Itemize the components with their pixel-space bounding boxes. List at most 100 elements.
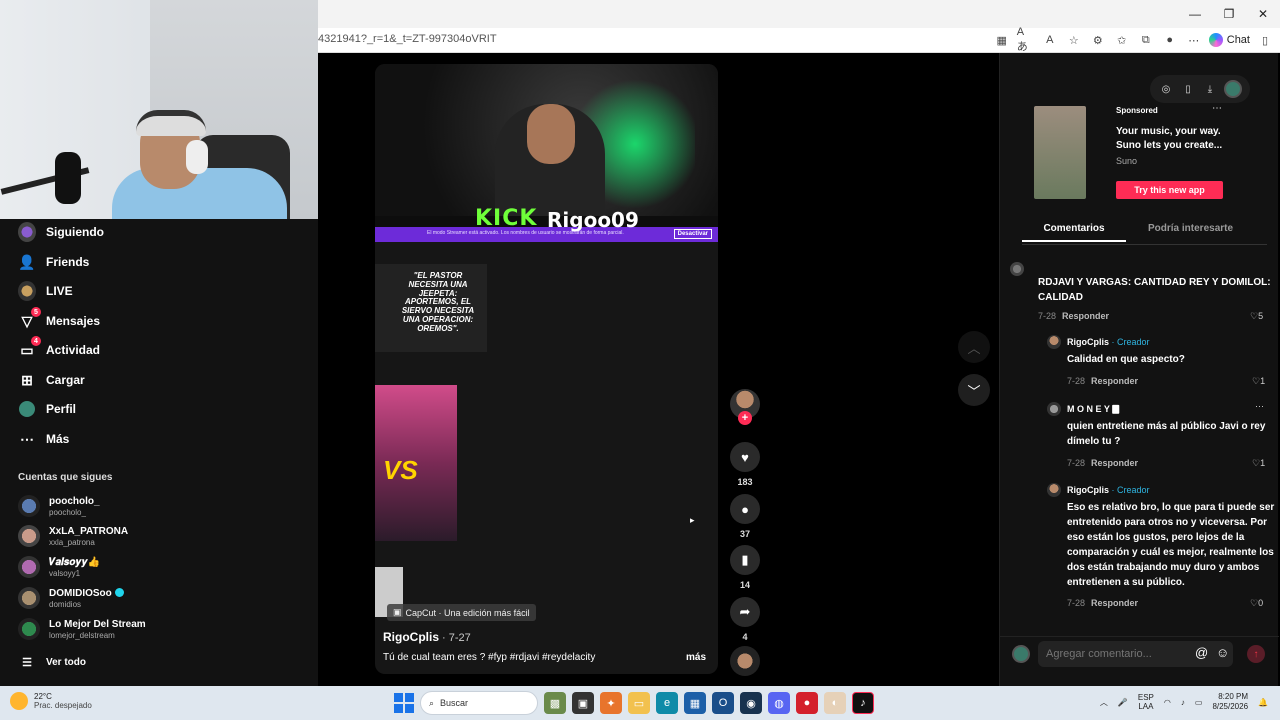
- close-icon[interactable]: ✕: [1246, 0, 1280, 28]
- tiktok-icon[interactable]: ♪: [852, 692, 874, 714]
- sidebar-item-more[interactable]: ⋯ Más: [18, 430, 69, 448]
- file-explorer-icon[interactable]: ▭: [628, 692, 650, 714]
- share-icon[interactable]: ➦: [730, 597, 760, 627]
- capcut-tag[interactable]: ▣ CapCut · Una edición más fácil: [387, 604, 536, 621]
- sidebar-item-live[interactable]: LIVE: [18, 281, 73, 301]
- restore-icon[interactable]: ❐: [1212, 0, 1246, 28]
- comment-like[interactable]: ♡5: [1250, 311, 1263, 322]
- volume-icon[interactable]: ♪: [1181, 698, 1185, 707]
- copilot-app-icon[interactable]: ✦: [600, 692, 622, 714]
- minimize-icon[interactable]: —: [1178, 0, 1212, 28]
- clock-date: 8/25/2026: [1212, 702, 1249, 712]
- tab-might-interest[interactable]: Podría interesarte: [1148, 223, 1233, 234]
- address-bar[interactable]: 4321941?_r=1&_t=ZT-997304oVRIT ▦ Aあ A ☆ …: [318, 26, 1280, 53]
- heart-icon[interactable]: ♥: [730, 442, 760, 472]
- followed-account[interactable]: Lo Mejor Del Stream lomejor_delstream: [18, 618, 146, 640]
- favorites-icon[interactable]: ✩: [1113, 32, 1131, 48]
- taskbar-search[interactable]: ⌕ Buscar: [420, 691, 538, 715]
- sidebar-toggle-icon[interactable]: ▯: [1256, 32, 1274, 48]
- extensions-icon[interactable]: ⚙: [1089, 32, 1107, 48]
- phone-icon[interactable]: ▯: [1180, 81, 1196, 97]
- sidebar-item-profile[interactable]: Perfil: [18, 400, 76, 418]
- followed-account[interactable]: poocholo_ poocholo_: [18, 495, 100, 517]
- task-view-icon[interactable]: ▣: [572, 692, 594, 714]
- reply-button[interactable]: Responder: [1062, 311, 1109, 321]
- outlook-icon[interactable]: O: [712, 692, 734, 714]
- comment-like[interactable]: ♡1: [1252, 376, 1265, 387]
- copilot-chat-button[interactable]: Chat: [1208, 33, 1250, 47]
- see-all-link[interactable]: ☰ Ver todo: [18, 653, 86, 671]
- comment-action[interactable]: ● 37: [730, 494, 760, 539]
- avatar[interactable]: [1224, 80, 1242, 98]
- comment-author-name[interactable]: RigoCplis: [1067, 485, 1109, 495]
- ad-thumbnail[interactable]: [1034, 106, 1086, 199]
- mention-icon[interactable]: @: [1195, 645, 1208, 660]
- discord-icon[interactable]: ◍: [768, 692, 790, 714]
- ad-cta-button[interactable]: Try this new app: [1116, 181, 1223, 199]
- store-icon[interactable]: ▦: [684, 692, 706, 714]
- avatar[interactable]: [1047, 402, 1061, 416]
- caption-more-link[interactable]: más: [686, 652, 706, 663]
- translate-icon[interactable]: Aあ: [1017, 26, 1035, 53]
- sidebar-item-friends[interactable]: 👤 Friends: [18, 253, 89, 271]
- comment-author-name[interactable]: M O N E Y 🀫: [1067, 404, 1119, 415]
- widget-app-icon[interactable]: ▩: [544, 692, 566, 714]
- windows-start-icon[interactable]: [394, 693, 414, 713]
- avatar[interactable]: [1047, 335, 1061, 349]
- like-count: 183: [737, 477, 753, 487]
- chevron-up-icon[interactable]: ︿: [1100, 697, 1108, 708]
- chevron-up-icon[interactable]: ︿: [958, 331, 990, 363]
- music-disc[interactable]: [730, 646, 760, 676]
- collections-icon[interactable]: ⧉: [1137, 32, 1155, 48]
- more-menu-icon[interactable]: ⋯: [1185, 32, 1203, 48]
- battery-icon[interactable]: ▭: [1195, 698, 1203, 707]
- comment-like[interactable]: ♡0: [1250, 598, 1263, 609]
- followed-account[interactable]: DOMIDIOSoo domidios: [18, 587, 124, 609]
- video-player[interactable]: El modo Streamer está activado. Los nomb…: [375, 64, 718, 674]
- steam-icon[interactable]: ◉: [740, 692, 762, 714]
- comment-more-icon[interactable]: ⋯: [1255, 401, 1264, 412]
- followed-account[interactable]: 𝑽𝒂𝒍𝒔𝒐𝒚𝒚👍 valsoyy1: [18, 556, 100, 578]
- share-action[interactable]: ➦ 4: [730, 597, 760, 642]
- favorite-star-icon[interactable]: ☆: [1065, 32, 1083, 48]
- weather-widget[interactable]: 22°C Prac. despejado: [10, 692, 92, 710]
- compass-icon[interactable]: ◎: [1158, 81, 1174, 97]
- url-text[interactable]: 4321941?_r=1&_t=ZT-997304oVRIT: [318, 33, 497, 45]
- profile-avatar-icon[interactable]: ●: [1161, 32, 1179, 48]
- app-red-icon[interactable]: ●: [796, 692, 818, 714]
- read-aloud-icon[interactable]: A: [1041, 32, 1059, 48]
- reply-button[interactable]: Responder: [1091, 376, 1138, 386]
- wifi-icon[interactable]: ◠: [1164, 698, 1171, 707]
- edge-browser-icon[interactable]: e: [656, 692, 678, 714]
- ad-more-icon[interactable]: ⋯: [1212, 103, 1222, 114]
- avatar[interactable]: [1010, 262, 1024, 276]
- comment-icon[interactable]: ●: [730, 494, 760, 524]
- bookmark-icon[interactable]: ▮: [730, 545, 760, 575]
- followed-account[interactable]: XxLA_PATRONA xxla_patrona: [18, 525, 128, 547]
- video-author[interactable]: RigoCplis · 7-27: [383, 630, 471, 644]
- microphone-icon[interactable]: 🎤: [1118, 698, 1128, 707]
- emoji-icon[interactable]: ☺: [1216, 645, 1229, 660]
- comment-like[interactable]: ♡1: [1252, 458, 1265, 469]
- app-icon[interactable]: ▦: [993, 32, 1011, 48]
- sidebar-item-messages[interactable]: ▽ 5 Mensajes: [18, 307, 100, 330]
- save-action[interactable]: ▮ 14: [730, 545, 760, 590]
- comment-author-name[interactable]: RigoCplis: [1067, 337, 1109, 347]
- download-icon[interactable]: ⤓: [1202, 81, 1218, 97]
- sidebar-item-following[interactable]: Siguiendo: [18, 222, 104, 242]
- notification-bell-icon[interactable]: 🔔: [1258, 698, 1268, 707]
- reply-button[interactable]: Responder: [1091, 598, 1138, 608]
- tab-comments[interactable]: Comentarios: [1022, 223, 1126, 242]
- follow-plus-icon[interactable]: +: [738, 411, 752, 425]
- avatar[interactable]: [1047, 483, 1061, 497]
- send-button[interactable]: ↑: [1247, 645, 1265, 663]
- like-action[interactable]: ♥ 183: [730, 442, 760, 487]
- reply-button[interactable]: Responder: [1091, 458, 1138, 468]
- language-indicator[interactable]: ESP LAA: [1138, 693, 1154, 712]
- avatar: [18, 495, 40, 517]
- sidebar-item-upload[interactable]: ⊞ Cargar: [18, 371, 85, 389]
- chevron-down-icon[interactable]: ﹀: [958, 374, 990, 406]
- sidebar-item-activity[interactable]: ▭ 4 Actividad: [18, 336, 100, 359]
- app-misc-icon[interactable]: ◐: [824, 692, 846, 714]
- clock[interactable]: 8:20 PM 8/25/2026: [1212, 692, 1248, 713]
